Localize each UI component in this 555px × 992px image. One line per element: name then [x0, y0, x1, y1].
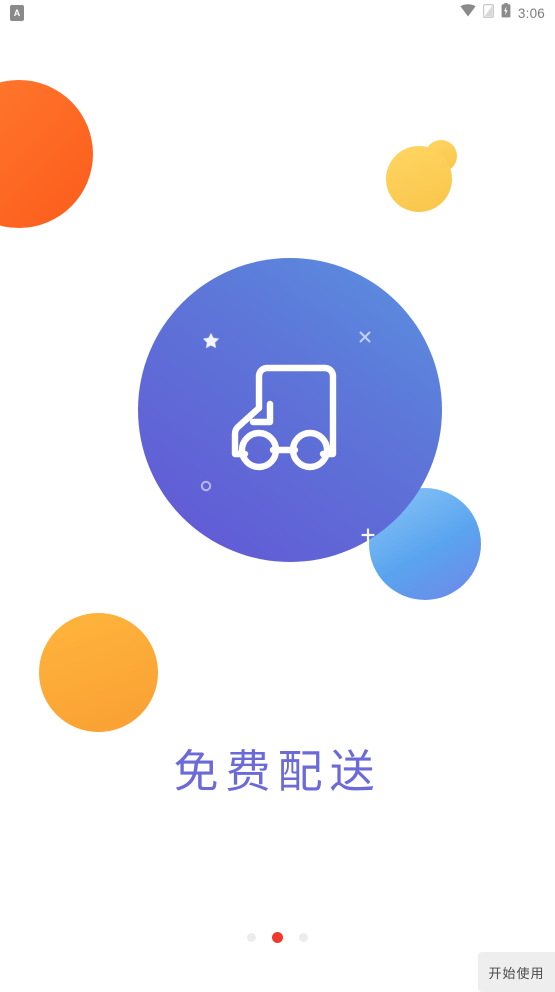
pagination-dots	[0, 932, 555, 943]
pagination-dot-active[interactable]	[272, 932, 283, 943]
onboarding-screen: A 3:06 免费配送 开始使用	[0, 0, 555, 992]
plus-sparkle-icon	[359, 526, 377, 549]
delivery-truck-icon	[213, 358, 341, 481]
yellow-blob-top-right	[386, 146, 452, 212]
ring-sparkle-icon	[199, 479, 213, 498]
battery-icon	[501, 3, 511, 23]
page-title: 免费配送	[173, 745, 382, 798]
status-bar-left: A	[10, 5, 24, 21]
status-bar: A 3:06	[0, 0, 555, 26]
status-bar-clock: 3:06	[517, 5, 545, 21]
pagination-dot[interactable]	[247, 933, 256, 942]
status-bar-right: 3:06	[460, 3, 545, 23]
start-using-button[interactable]: 开始使用	[478, 952, 555, 992]
wifi-icon	[460, 4, 476, 22]
pagination-dot[interactable]	[299, 933, 308, 942]
x-sparkle-icon	[356, 328, 374, 351]
app-notification-icon: A	[10, 5, 24, 21]
orange-circle-left	[39, 613, 158, 732]
cellular-signal-icon	[482, 3, 494, 23]
orange-circle-top-left	[0, 80, 93, 228]
star-sparkle-icon	[202, 332, 220, 355]
